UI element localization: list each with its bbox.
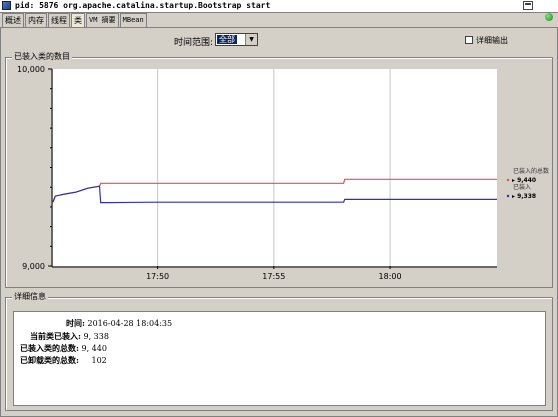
detail-row-total-loaded: 已装入类的总数: 9, 440 [20,343,107,354]
plot-area [53,69,497,266]
y-tick-label: 9,000 [22,262,45,271]
series-marker [506,194,510,198]
details-section-title: 详细信息 [12,292,48,301]
series-name-label: 已装入的总数 [513,167,549,175]
x-tick-label: 17:55 [262,272,285,281]
detail-value: 2016-04-28 18:04:35 [87,319,173,328]
detail-row-total-unloaded: 已卸载类的总数: 102 [20,355,107,366]
detail-label: 当前类已装入: [30,331,81,341]
detail-value: 102 [91,356,107,365]
x-tick-label: 18:00 [379,272,402,281]
detail-row-time: 时间: 2016-04-28 18:04:35 [66,318,172,329]
x-tick-label: 17:50 [146,272,169,281]
series-marker [506,178,510,182]
detail-value: 9, 440 [81,344,107,353]
detail-label: 已装入类的总数: [20,343,79,353]
series-name-label: 已装入 [513,183,531,191]
detail-label: 已卸载类的总数: [20,355,79,365]
detail-value: 9, 338 [83,332,109,341]
detail-label: 时间: [66,318,85,328]
details-panel: 时间: 2016-04-28 18:04:35 当前类已装入: 9, 338 已… [13,311,546,406]
series-value-label: ▸ 9,440 [512,177,536,184]
detail-row-current-loaded: 当前类已装入: 9, 338 [30,331,109,342]
y-tick-label: 10,000 [17,65,45,74]
series-value-label: ▸ 9,338 [512,193,536,200]
